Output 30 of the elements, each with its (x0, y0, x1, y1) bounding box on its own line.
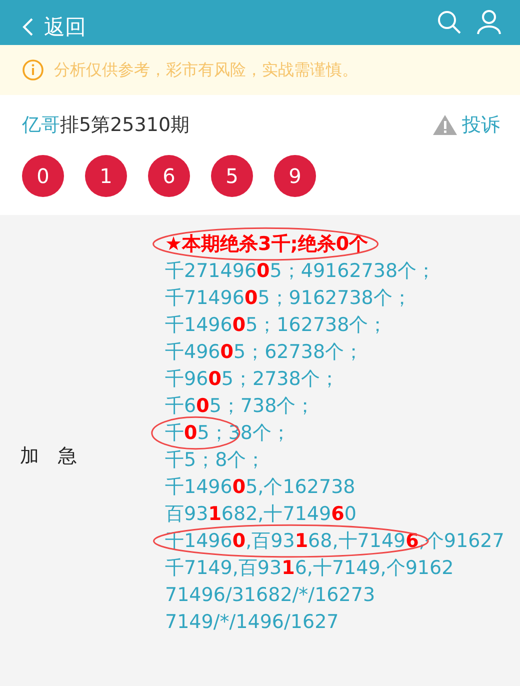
section-label: 加 急 (19, 444, 78, 468)
analysis-text: 千605；738个； (165, 395, 315, 417)
search-icon[interactable] (436, 9, 462, 35)
analysis-text: 千149605,个162738 (165, 476, 356, 498)
back-button[interactable]: 返回 (22, 13, 86, 41)
report-button[interactable]: 投诉 (432, 112, 500, 138)
analysis-text: 千5；8个； (165, 449, 266, 471)
user-icon[interactable] (476, 9, 502, 35)
analysis-text: 7149/*/1496/1627 (165, 611, 339, 633)
author-link[interactable]: 亿哥 (22, 114, 60, 136)
analysis-text: 71496/31682/*/16273 (165, 584, 376, 606)
chevron-left-icon (22, 17, 34, 37)
analysis-text: 千7149605；9162738个； (165, 287, 412, 309)
analysis-text: 千149605；162738个； (165, 314, 388, 336)
warning-icon (432, 114, 458, 136)
number-ball: 0 (22, 155, 64, 197)
number-ball: 5 (211, 155, 253, 197)
analysis-text: 千7149,百9316,十7149,个9162 (165, 557, 454, 579)
notice-text: 分析仅供参考，彩市有风险，实战需谨慎。 (54, 60, 358, 80)
analysis-text: ★本期绝杀3千;绝杀0个 (165, 233, 368, 255)
issue-title: 排5第25310期 (60, 114, 190, 136)
analysis-text: 百931682,十714960 (165, 503, 356, 525)
analysis-text: 千49605；62738个； (165, 341, 364, 363)
analysis-text: 千27149605；49162738个； (165, 260, 436, 282)
number-ball: 6 (148, 155, 190, 197)
number-ball: 1 (85, 155, 127, 197)
analysis-text: 千05； (165, 422, 228, 444)
number-ball: 9 (274, 155, 316, 197)
analysis-text: 千9605；2738个； (165, 368, 339, 390)
info-icon (22, 59, 44, 81)
